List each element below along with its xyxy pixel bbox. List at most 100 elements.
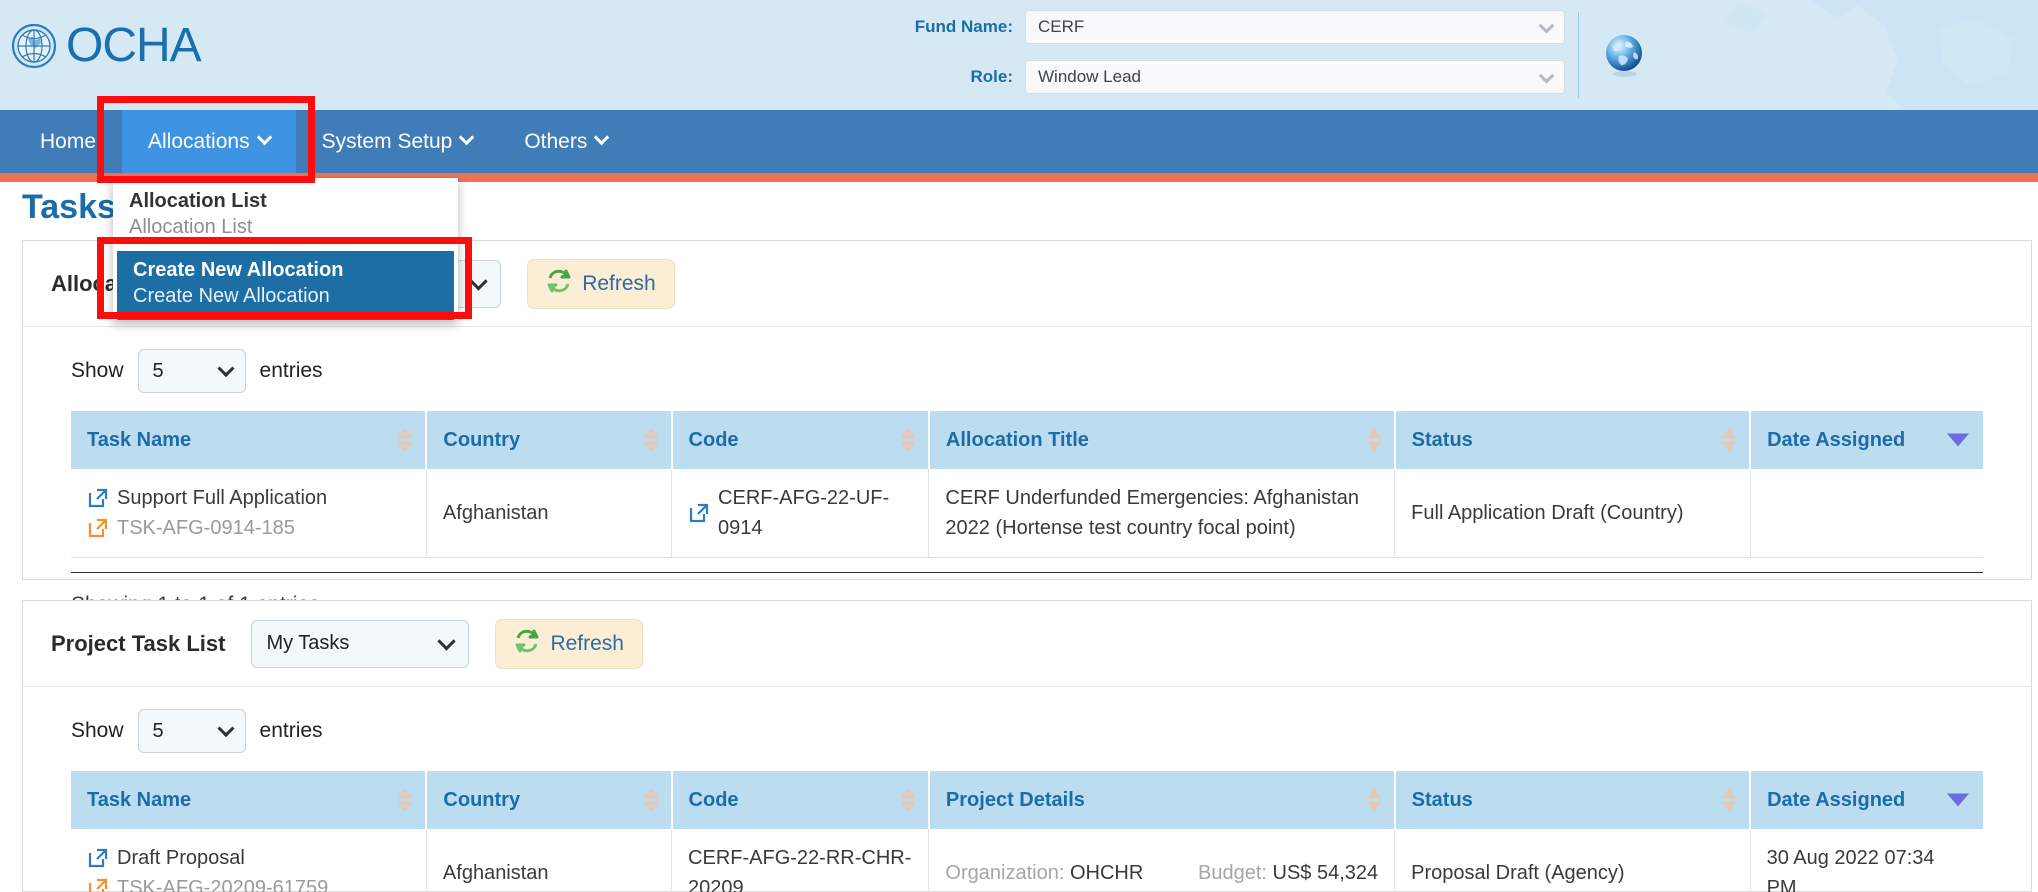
refresh-label: Refresh xyxy=(550,631,624,655)
allocation-refresh-button[interactable]: Refresh xyxy=(527,258,675,309)
allocation-page-size-select[interactable]: 5 xyxy=(137,349,246,393)
project-filter-value: My Tasks xyxy=(266,632,350,654)
project-page-size-select[interactable]: 5 xyxy=(137,709,246,753)
sort-descending-icon[interactable] xyxy=(1947,793,1969,807)
role-value: Window Lead xyxy=(1038,67,1142,86)
task-name-link[interactable]: Support Full Application xyxy=(87,483,410,513)
sort-icon[interactable] xyxy=(642,428,659,452)
column-header-task-name[interactable]: Task Name xyxy=(71,411,428,469)
nav-item-others[interactable]: Others xyxy=(498,110,633,173)
sort-icon[interactable] xyxy=(1721,788,1738,812)
menu-item-subtitle: Create New Allocation xyxy=(133,285,330,307)
budget-label: Budget: xyxy=(1198,862,1267,884)
sort-icon[interactable] xyxy=(1365,788,1382,812)
chevron-down-icon xyxy=(217,360,235,378)
column-header-status[interactable]: Status xyxy=(1394,411,1752,469)
nav-item-allocations[interactable]: Allocations xyxy=(122,110,296,173)
show-label: Show xyxy=(71,719,124,742)
sort-descending-icon[interactable] xyxy=(1947,433,1969,447)
column-label: Date Assigned xyxy=(1767,788,1906,811)
task-name-text: Draft Proposal xyxy=(117,847,245,869)
nav-item-system-setup[interactable]: System Setup xyxy=(296,110,499,173)
task-name-text: Support Full Application xyxy=(117,487,328,509)
header-divider xyxy=(1578,12,1579,98)
task-code-text: TSK-AFG-20209-61759 xyxy=(117,877,329,892)
fund-name-label: Fund Name: xyxy=(914,17,1013,36)
column-header-country[interactable]: Country xyxy=(426,771,673,829)
show-label: Show xyxy=(71,359,124,382)
column-header-date-assigned[interactable]: Date Assigned xyxy=(1750,771,1983,829)
task-code-text: TSK-AFG-0914-185 xyxy=(117,517,295,539)
column-label: Status xyxy=(1411,428,1473,451)
role-label: Role: xyxy=(970,67,1014,86)
project-table-header-row: Task Name Country Code Project Details S… xyxy=(71,771,1983,829)
chevron-down-icon xyxy=(469,271,488,291)
external-link-icon xyxy=(87,487,109,509)
column-header-date-assigned[interactable]: Date Assigned xyxy=(1750,411,1983,469)
un-emblem-icon xyxy=(10,22,58,70)
fund-name-select[interactable]: CERF xyxy=(1025,10,1565,44)
column-label: Allocation Title xyxy=(945,428,1089,451)
column-label: Code xyxy=(688,788,739,811)
organization-value: OHCHR xyxy=(1069,862,1144,884)
column-header-status[interactable]: Status xyxy=(1394,771,1752,829)
nav-item-home[interactable]: Home xyxy=(14,110,122,173)
external-link-icon xyxy=(87,517,109,539)
sort-icon[interactable] xyxy=(899,428,916,452)
column-label: Status xyxy=(1411,788,1473,811)
sort-icon[interactable] xyxy=(1721,428,1738,452)
budget-value: US$ 54,324 xyxy=(1272,862,1379,884)
project-filter-select[interactable]: My Tasks xyxy=(251,619,470,668)
refresh-icon xyxy=(546,268,572,300)
allocation-show-entries-row: Show 5 entries xyxy=(23,327,2031,411)
entries-label: entries xyxy=(259,719,323,742)
column-label: Country xyxy=(443,788,521,811)
cell-date-assigned xyxy=(1750,469,1983,558)
column-label: Country xyxy=(443,428,521,451)
refresh-label: Refresh xyxy=(582,271,656,295)
page-size-value: 5 xyxy=(152,359,164,382)
column-header-task-name[interactable]: Task Name xyxy=(71,771,428,829)
external-link-icon xyxy=(87,877,109,892)
column-header-country[interactable]: Country xyxy=(426,411,673,469)
main-navigation: Home Allocations System Setup Others xyxy=(0,110,2038,173)
cell-status: Proposal Draft (Agency) xyxy=(1394,829,1751,892)
cell-code: CERF-AFG-22-UF-0914 xyxy=(671,469,930,558)
sort-icon[interactable] xyxy=(397,788,414,812)
column-header-code[interactable]: Code xyxy=(671,411,930,469)
sort-icon[interactable] xyxy=(1365,428,1382,452)
chevron-down-icon xyxy=(256,129,272,146)
page-size-value: 5 xyxy=(152,719,164,742)
menu-item-subtitle: Allocation List xyxy=(129,216,253,238)
project-task-list-panel: Project Task List My Tasks Refresh Show … xyxy=(22,600,2032,892)
ocha-logo[interactable]: OCHA xyxy=(10,22,202,70)
sort-icon[interactable] xyxy=(642,788,659,812)
task-code-link[interactable]: TSK-AFG-0914-185 xyxy=(87,513,410,543)
app-root: OCHA Fund Name: CERF Role: Window Lead H… xyxy=(0,0,2038,892)
column-header-allocation-title[interactable]: Allocation Title xyxy=(928,411,1396,469)
chevron-down-icon xyxy=(1538,68,1555,84)
menu-item-title: Allocation List xyxy=(129,190,267,212)
page-title: Tasks xyxy=(22,188,116,226)
cell-code: CERF-AFG-22-RR-CHR-20209 xyxy=(671,829,930,892)
column-label: Project Details xyxy=(945,788,1085,811)
column-header-project-details[interactable]: Project Details xyxy=(928,771,1396,829)
table-row[interactable]: Support Full Application TSK-AFG-0914-18… xyxy=(71,469,1983,558)
task-code-link[interactable]: TSK-AFG-20209-61759 xyxy=(87,873,410,892)
table-row[interactable]: Draft Proposal TSK-AFG-20209-61759 Afgha… xyxy=(71,829,1983,892)
chevron-down-icon xyxy=(437,631,457,651)
column-header-code[interactable]: Code xyxy=(671,771,930,829)
task-name-link[interactable]: Draft Proposal xyxy=(87,843,410,873)
code-text: CERF-AFG-22-UF-0914 xyxy=(718,487,890,539)
menu-item-allocation-list[interactable]: Allocation List Allocation List xyxy=(113,182,458,251)
menu-item-create-new-allocation[interactable]: Create New Allocation Create New Allocat… xyxy=(117,251,454,320)
sort-icon[interactable] xyxy=(899,788,916,812)
code-link[interactable]: CERF-AFG-22-UF-0914 xyxy=(688,483,912,543)
sort-icon[interactable] xyxy=(397,428,414,452)
project-refresh-button[interactable]: Refresh xyxy=(495,618,643,669)
chevron-down-icon xyxy=(459,129,475,146)
role-select[interactable]: Window Lead xyxy=(1025,60,1565,94)
allocation-task-table: Task Name Country Code Allocation Title … xyxy=(71,411,1983,558)
cell-country: Afghanistan xyxy=(426,829,673,892)
globe-icon[interactable] xyxy=(1602,32,1648,78)
